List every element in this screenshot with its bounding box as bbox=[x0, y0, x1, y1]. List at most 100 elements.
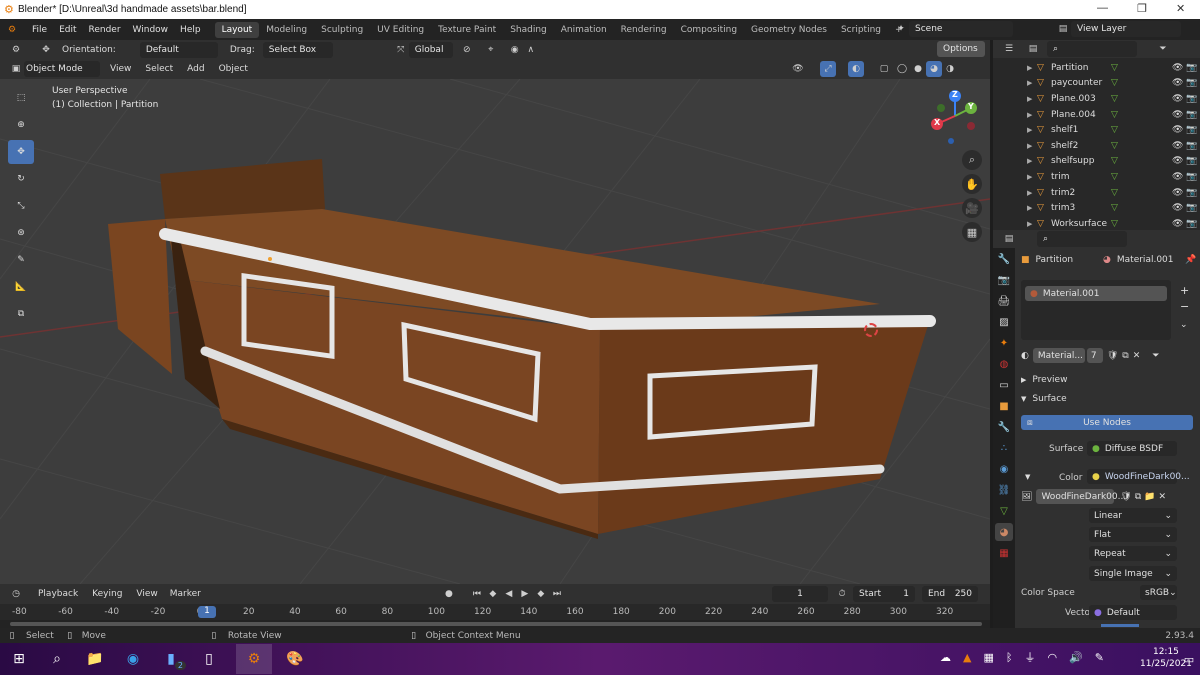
expand-arrow-icon[interactable]: ▶ bbox=[1027, 204, 1037, 212]
windows-start-icon[interactable]: ⊞ bbox=[8, 648, 30, 670]
menu-object[interactable]: Object bbox=[219, 64, 248, 74]
end-frame-field[interactable]: End 250 bbox=[922, 586, 978, 602]
annotate-tool-icon[interactable]: ✎ bbox=[8, 248, 34, 272]
pen-icon[interactable]: ✎ bbox=[1095, 651, 1104, 664]
expand-arrow-icon[interactable]: ▶ bbox=[1027, 173, 1037, 181]
visibility-eye-icon[interactable]: 👁 bbox=[1172, 94, 1186, 104]
link-dropdown-icon[interactable]: ⏷ bbox=[1152, 351, 1159, 361]
view-layer-selector[interactable]: View Layer bbox=[1071, 21, 1181, 37]
mode-dropdown[interactable]: Object Mode bbox=[24, 61, 100, 77]
orientation-dropdown[interactable]: Default bbox=[139, 41, 218, 58]
menu-select[interactable]: Select bbox=[145, 64, 173, 74]
tab-sculpting[interactable]: Sculpting bbox=[314, 22, 370, 38]
scene-tab-icon[interactable]: ✦ bbox=[995, 334, 1013, 352]
preview-panel-header[interactable]: ▶ Preview bbox=[1021, 375, 1067, 385]
remove-slot-icon[interactable]: − bbox=[1180, 300, 1189, 313]
outliner-row[interactable]: ▶ ▽ paycounter ▽ 👁 📷 bbox=[1027, 76, 1200, 92]
snap-icon[interactable]: ⌖ bbox=[483, 42, 499, 58]
tool-settings-icon[interactable]: ⚙ bbox=[8, 42, 24, 58]
menu-timeline-view[interactable]: View bbox=[136, 589, 157, 599]
render-camera-icon[interactable]: 📷 bbox=[1186, 110, 1200, 120]
constraints-tab-icon[interactable]: ⛓ bbox=[995, 481, 1013, 499]
visibility-eye-icon[interactable]: 👁 bbox=[1172, 219, 1186, 229]
tab-geometry-nodes[interactable]: Geometry Nodes bbox=[744, 22, 834, 38]
render-camera-icon[interactable]: 📷 bbox=[1186, 219, 1200, 229]
user-count[interactable]: 7 bbox=[1086, 348, 1103, 363]
select-box-tool-icon[interactable]: ⬚ bbox=[8, 86, 34, 110]
open-image-icon[interactable]: 📁 bbox=[1144, 492, 1155, 502]
material-slot-list[interactable]: ● Material.001 bbox=[1021, 280, 1171, 340]
expand-arrow-icon[interactable]: ▶ bbox=[1027, 126, 1037, 134]
use-nodes-button[interactable]: ⧈ Use Nodes bbox=[1021, 415, 1193, 430]
object-tab-icon[interactable]: ■ bbox=[995, 397, 1013, 415]
data-tab-icon[interactable]: ▽ bbox=[995, 502, 1013, 520]
bluetooth-icon[interactable]: ᛒ bbox=[1006, 651, 1013, 664]
outliner-row[interactable]: ▶ ▽ shelfsupp ▽ 👁 📷 bbox=[1027, 154, 1200, 170]
tab-modeling[interactable]: Modeling bbox=[259, 22, 314, 38]
jump-start-icon[interactable]: ⏮ bbox=[469, 586, 485, 602]
visibility-eye-icon[interactable]: 👁 bbox=[1172, 63, 1186, 73]
overlay-toggle-icon[interactable]: ◐ bbox=[848, 61, 864, 77]
outliner-row[interactable]: ▶ ▽ shelf2 ▽ 👁 📷 bbox=[1027, 138, 1200, 154]
menu-playback[interactable]: Playback bbox=[38, 589, 78, 599]
search-taskbar-icon[interactable]: ⌕ bbox=[46, 648, 68, 670]
wireframe-shading-icon[interactable]: ◯ bbox=[894, 61, 910, 77]
color-space-dropdown[interactable]: sRGB ⌄ bbox=[1140, 585, 1177, 600]
filter-icon[interactable]: ⏷ bbox=[1155, 41, 1171, 57]
prev-keyframe-icon[interactable]: ◆ bbox=[485, 586, 501, 602]
visibility-eye-icon[interactable]: 👁 bbox=[1172, 125, 1186, 135]
expand-arrow-icon[interactable]: ▶ bbox=[1027, 95, 1037, 103]
menu-add[interactable]: Add bbox=[187, 64, 204, 74]
start-frame-field[interactable]: Start 1 bbox=[853, 586, 915, 602]
add-slot-icon[interactable]: + bbox=[1180, 284, 1189, 297]
transform-tool-icon[interactable]: ⊛ bbox=[8, 221, 34, 245]
texture-tab-icon[interactable]: ▦ bbox=[995, 544, 1013, 562]
render-camera-icon[interactable]: 📷 bbox=[1186, 94, 1200, 104]
visibility-eye-icon[interactable]: 👁 bbox=[1172, 203, 1186, 213]
render-camera-icon[interactable]: 📷 bbox=[1186, 63, 1200, 73]
options-dropdown[interactable]: Options bbox=[937, 41, 985, 57]
display-mode-icon[interactable]: ▤ bbox=[1025, 41, 1041, 57]
material-shading-icon[interactable]: ◕ bbox=[926, 61, 942, 77]
transform-orientation-dropdown[interactable]: Global bbox=[408, 41, 453, 58]
render-camera-icon[interactable]: 📷 bbox=[1186, 141, 1200, 151]
minimize-button[interactable]: — bbox=[1097, 2, 1108, 14]
slot-menu-icon[interactable]: ⌄ bbox=[1180, 320, 1188, 330]
add-cube-tool-icon[interactable]: ⧉ bbox=[8, 302, 34, 326]
app-icon-with-badge[interactable]: ▮ 2 bbox=[160, 648, 186, 670]
outliner-row[interactable]: ▶ ▽ trim3 ▽ 👁 📷 bbox=[1027, 200, 1200, 216]
playhead[interactable]: 1 bbox=[198, 606, 216, 618]
outliner-row[interactable]: ▶ ▽ Plane.004 ▽ 👁 📷 bbox=[1027, 107, 1200, 123]
material-tab-icon[interactable]: ◕ bbox=[995, 523, 1013, 541]
outliner-row[interactable]: ▶ ▽ shelf1 ▽ 👁 📷 bbox=[1027, 122, 1200, 138]
3d-viewport[interactable]: User Perspective (1) Collection | Partit… bbox=[0, 79, 990, 584]
tab-texture-paint[interactable]: Texture Paint bbox=[431, 22, 503, 38]
color-input-field[interactable]: ● WoodFineDark00... bbox=[1087, 469, 1190, 484]
falloff-icon[interactable]: ∧ bbox=[523, 42, 539, 58]
play-reverse-icon[interactable]: ◀ bbox=[501, 586, 517, 602]
pivot-icon[interactable]: ⊘ bbox=[459, 42, 475, 58]
ortho-toggle-icon[interactable]: ▦ bbox=[962, 222, 982, 242]
render-camera-icon[interactable]: 📷 bbox=[1186, 188, 1200, 198]
cloud-tray-icon[interactable]: ☁ bbox=[940, 651, 951, 664]
timeline-ruler[interactable]: -80-60-40-200204060801001201401601802002… bbox=[0, 604, 990, 620]
properties-scroll-indicator[interactable] bbox=[1101, 624, 1139, 627]
menu-help[interactable]: Help bbox=[180, 25, 201, 35]
properties-search-input[interactable]: ⌕ bbox=[1037, 231, 1127, 247]
visibility-eye-icon[interactable]: 👁 bbox=[1172, 141, 1186, 151]
play-icon[interactable]: ▶ bbox=[517, 586, 533, 602]
fake-user-icon[interactable]: 🛡 bbox=[1107, 351, 1118, 361]
render-camera-icon[interactable]: 📷 bbox=[1186, 203, 1200, 213]
cursor-tool-icon[interactable]: ⊕ bbox=[8, 113, 34, 137]
edge-browser-icon[interactable]: ◉ bbox=[122, 648, 144, 670]
surface-panel-header[interactable]: ▼ Surface bbox=[1021, 394, 1067, 404]
tab-uv-editing[interactable]: UV Editing bbox=[370, 22, 431, 38]
usb-icon[interactable]: ⏚ bbox=[1024, 649, 1035, 665]
browse-material-icon[interactable]: ◐ bbox=[1021, 351, 1029, 361]
visibility-eye-icon[interactable]: 👁 bbox=[1172, 156, 1186, 166]
maximize-button[interactable]: ❐ bbox=[1137, 2, 1147, 15]
tray-app-icon[interactable]: ▲ bbox=[963, 651, 971, 664]
navigation-gizmo[interactable]: Z Y X bbox=[927, 88, 983, 144]
outliner-row[interactable]: ▶ ▽ Partition ▽ 👁 📷 bbox=[1027, 60, 1200, 76]
render-camera-icon[interactable]: 📷 bbox=[1186, 78, 1200, 88]
